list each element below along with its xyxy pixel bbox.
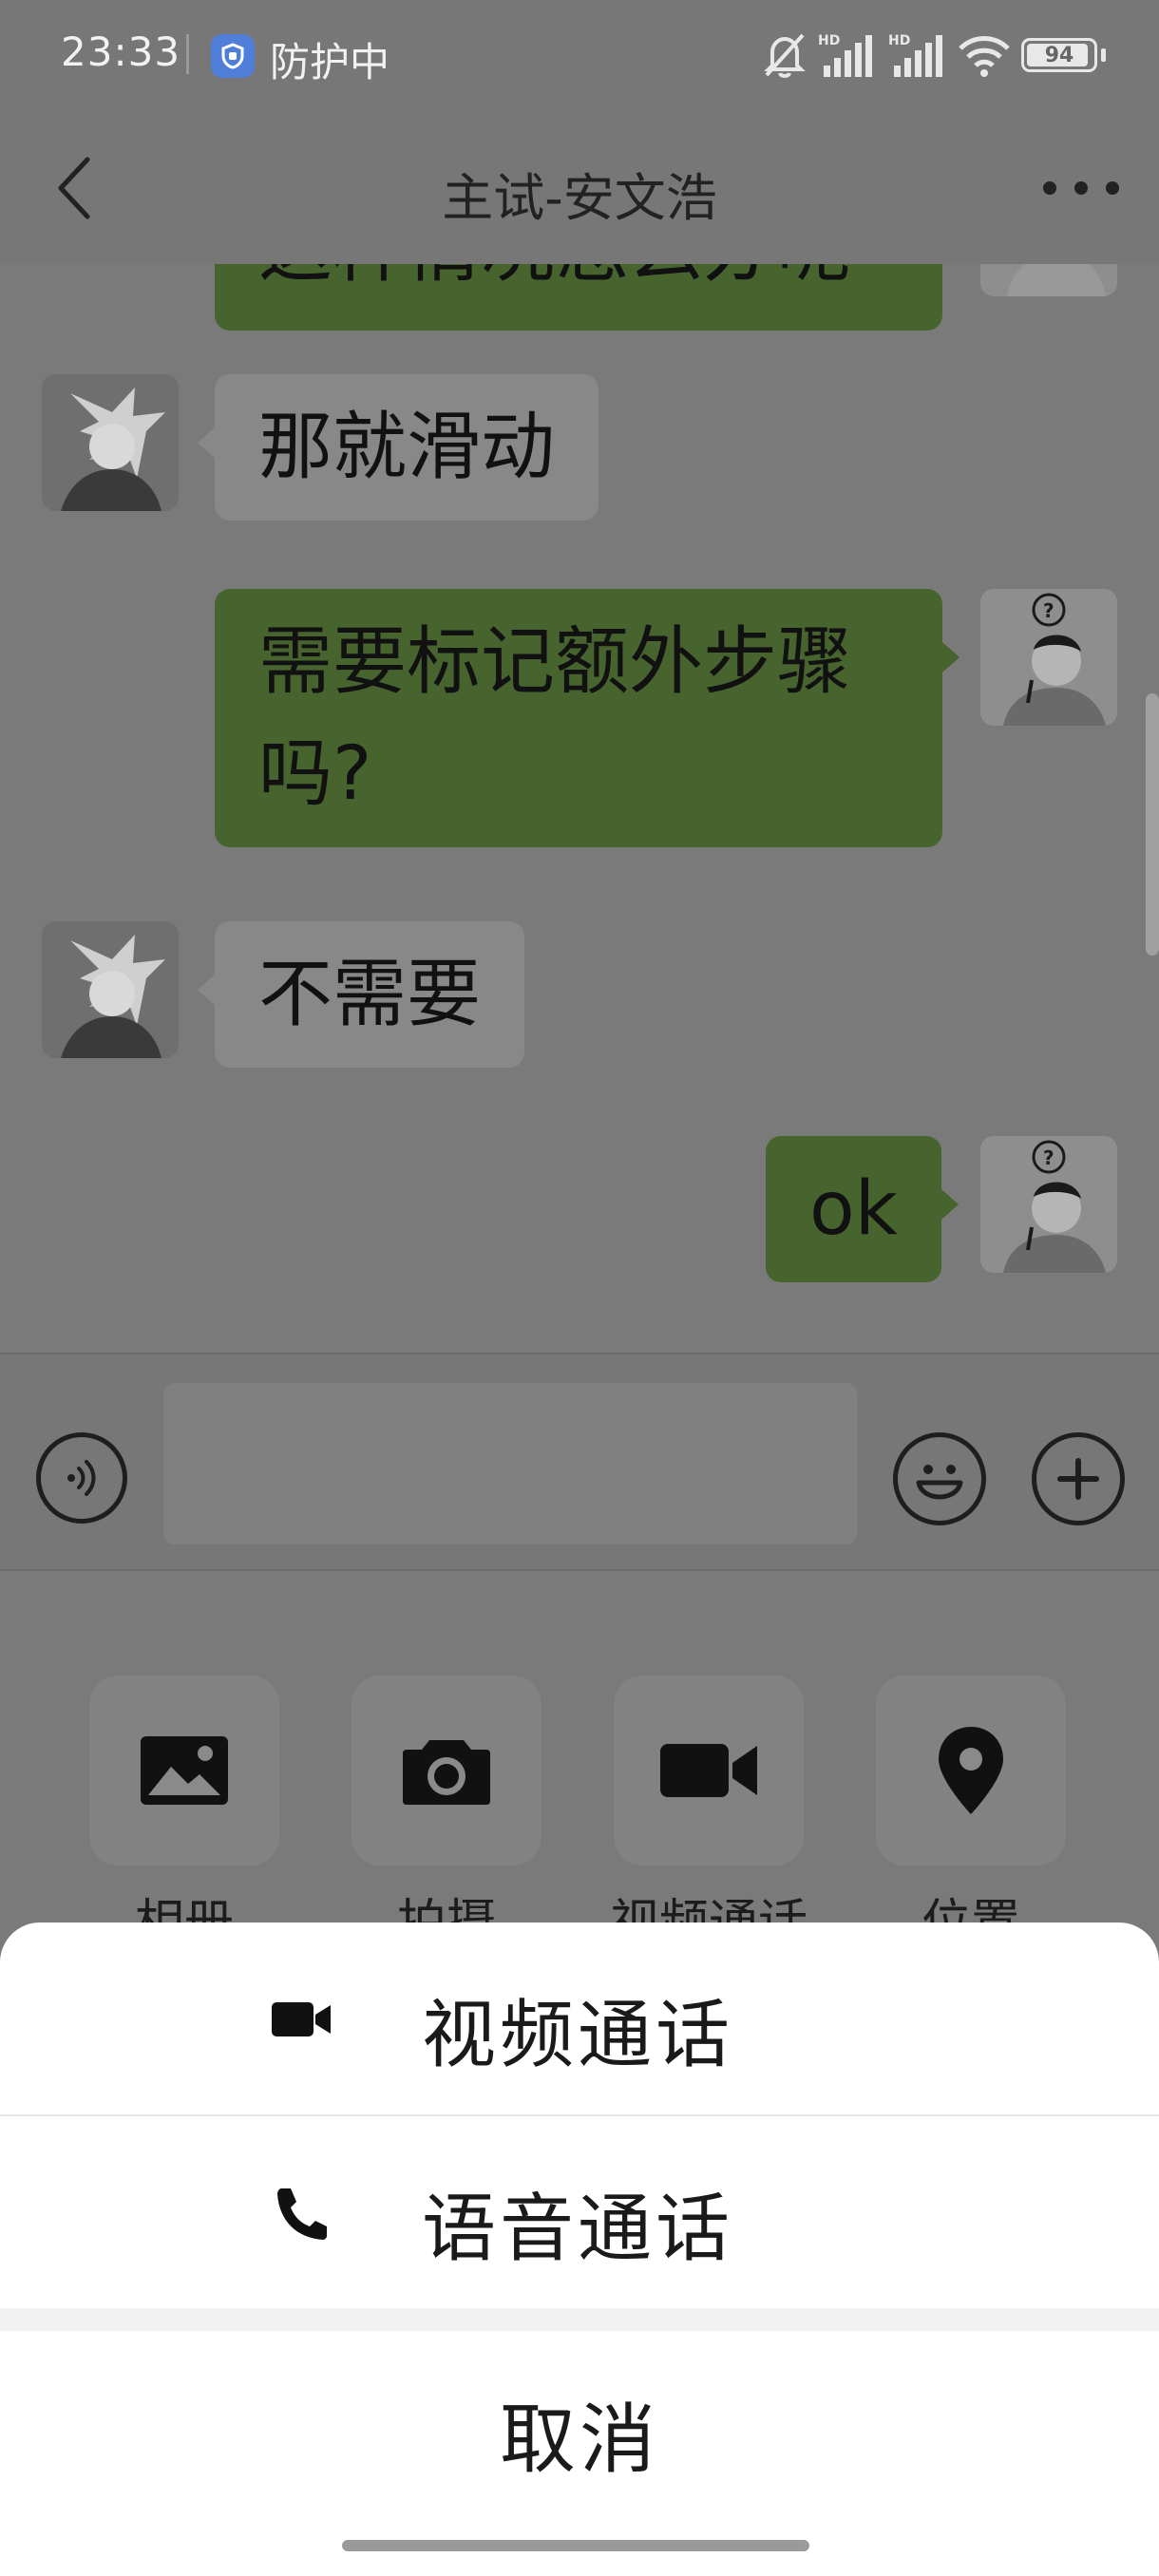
more-actions-button[interactable] bbox=[1032, 1432, 1125, 1525]
message-text: 这种情况怎么办呢 bbox=[258, 264, 851, 293]
message-text: 不需要 bbox=[258, 952, 482, 1037]
status-bar: 23:33 防护中 HD HD 94 bbox=[0, 0, 1159, 112]
svg-text:?: ? bbox=[1043, 1146, 1054, 1169]
home-indicator[interactable] bbox=[342, 2540, 809, 2551]
message-bubble-sent[interactable]: 需要标记额外步骤吗? bbox=[215, 589, 960, 847]
battery-tip bbox=[1101, 48, 1106, 62]
panel-item-video-call[interactable]: 视频通话 bbox=[610, 1676, 808, 1952]
panel-tile[interactable] bbox=[352, 1676, 542, 1866]
voice-call-option[interactable]: 语音通话 bbox=[0, 2116, 1159, 2308]
cancel-button[interactable]: 取消 bbox=[0, 2331, 1159, 2521]
voice-input-button[interactable] bbox=[36, 1432, 127, 1524]
image-icon bbox=[141, 1736, 228, 1805]
battery-level: 94 bbox=[1044, 43, 1074, 67]
video-call-label: 视频通话 bbox=[422, 1993, 734, 2078]
cancel-label: 取消 bbox=[500, 2396, 659, 2484]
video-camera-icon bbox=[660, 1744, 757, 1797]
more-dot bbox=[1043, 181, 1056, 195]
bell-muted-icon bbox=[764, 33, 806, 78]
avatar-self[interactable] bbox=[980, 264, 1117, 296]
panel-item-camera[interactable]: 拍摄 bbox=[352, 1676, 542, 1952]
voice-call-label: 语音通话 bbox=[422, 2187, 734, 2272]
call-options-sheet: 视频通话 语音通话 取消 bbox=[0, 1923, 1159, 2576]
avatar-self[interactable]: ? bbox=[980, 589, 1117, 726]
panel-item-album[interactable]: 相册 bbox=[89, 1676, 279, 1952]
battery-icon: 94 bbox=[1021, 38, 1097, 72]
avatar-contact[interactable] bbox=[42, 921, 179, 1058]
message-input-bar bbox=[0, 1353, 1159, 1571]
svg-text:HD: HD bbox=[818, 33, 840, 48]
avatar-contact[interactable] bbox=[42, 374, 179, 511]
more-options-button[interactable] bbox=[1043, 169, 1119, 207]
status-separator bbox=[186, 34, 189, 74]
avatar-self[interactable]: ? bbox=[980, 1136, 1117, 1273]
video-call-option[interactable]: 视频通话 bbox=[0, 1923, 1159, 2114]
hd-signal-icon: HD bbox=[888, 33, 942, 77]
svg-text:?: ? bbox=[1043, 599, 1054, 622]
smiley-icon bbox=[916, 1465, 963, 1500]
message-bubble-received[interactable]: 不需要 bbox=[197, 921, 525, 1068]
voice-wave-icon bbox=[67, 1460, 96, 1496]
panel-item-location[interactable]: 位置 bbox=[876, 1676, 1066, 1952]
svg-text:HD: HD bbox=[888, 33, 910, 48]
wifi-icon bbox=[959, 36, 1010, 77]
chat-header: 主试-安文浩 bbox=[0, 112, 1159, 264]
status-protection-label: 防护中 bbox=[270, 39, 390, 85]
message-list[interactable]: 这种情况怎么办呢 那就滑动 需要标记额外步骤吗? ? bbox=[0, 264, 1159, 1353]
hd-signal-icon: HD bbox=[818, 33, 872, 77]
message-text-input[interactable] bbox=[163, 1383, 857, 1544]
more-dot bbox=[1074, 181, 1088, 195]
status-indicators: HD HD 94 bbox=[763, 27, 1106, 84]
message-text: ok bbox=[809, 1166, 898, 1252]
camera-icon bbox=[403, 1740, 490, 1805]
message-bubble-sent[interactable]: 这种情况怎么办呢 bbox=[215, 264, 942, 331]
emoji-button[interactable] bbox=[893, 1432, 986, 1525]
status-time: 23:33 bbox=[61, 28, 181, 75]
scrollbar-thumb[interactable] bbox=[1146, 693, 1159, 956]
panel-tile[interactable] bbox=[876, 1676, 1066, 1866]
message-bubble-sent[interactable]: ok bbox=[766, 1136, 959, 1282]
location-pin-icon bbox=[939, 1727, 1003, 1814]
chat-title: 主试-安文浩 bbox=[442, 168, 717, 228]
shield-icon bbox=[211, 34, 255, 78]
sheet-section-gap bbox=[0, 2308, 1159, 2331]
panel-tile[interactable] bbox=[614, 1676, 804, 1866]
more-dot bbox=[1106, 181, 1119, 195]
video-camera-icon bbox=[272, 2002, 331, 2036]
message-text: 需要标记额外步骤吗? bbox=[258, 619, 852, 817]
panel-tile[interactable] bbox=[89, 1676, 279, 1866]
message-text: 那就滑动 bbox=[258, 405, 556, 490]
more-actions-panel: 相册 拍摄 视频通话 bbox=[0, 1571, 1159, 1952]
wechat-chat-screen: 23:33 防护中 HD HD 94 主试-安文浩 那就滑动 需要标记额外步骤吗… bbox=[0, 0, 1159, 2576]
message-bubble-received[interactable]: 那就滑动 bbox=[197, 374, 599, 521]
phone-icon bbox=[277, 2188, 327, 2240]
